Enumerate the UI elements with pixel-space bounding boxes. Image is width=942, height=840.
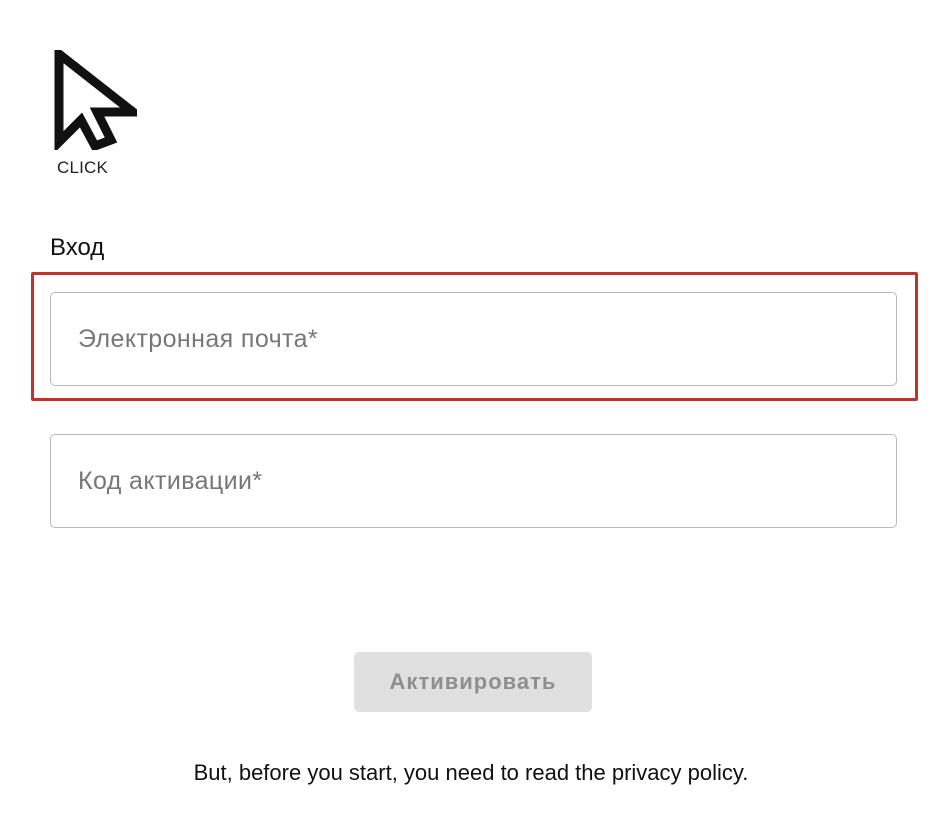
cursor-arrow-icon (54, 50, 137, 150)
activation-code-field[interactable] (50, 434, 897, 528)
email-field[interactable] (50, 292, 897, 386)
privacy-notice: But, before you start, you need to read … (193, 760, 749, 785)
login-page: CLICK Вход Активировать But, before you … (0, 0, 942, 840)
logo: CLICK (48, 44, 148, 184)
activation-code-input[interactable] (51, 435, 896, 527)
form-title: Вход (50, 234, 105, 261)
email-input[interactable] (51, 293, 896, 385)
activate-button[interactable]: Активировать (354, 652, 592, 712)
logo-text: CLICK (57, 158, 109, 177)
